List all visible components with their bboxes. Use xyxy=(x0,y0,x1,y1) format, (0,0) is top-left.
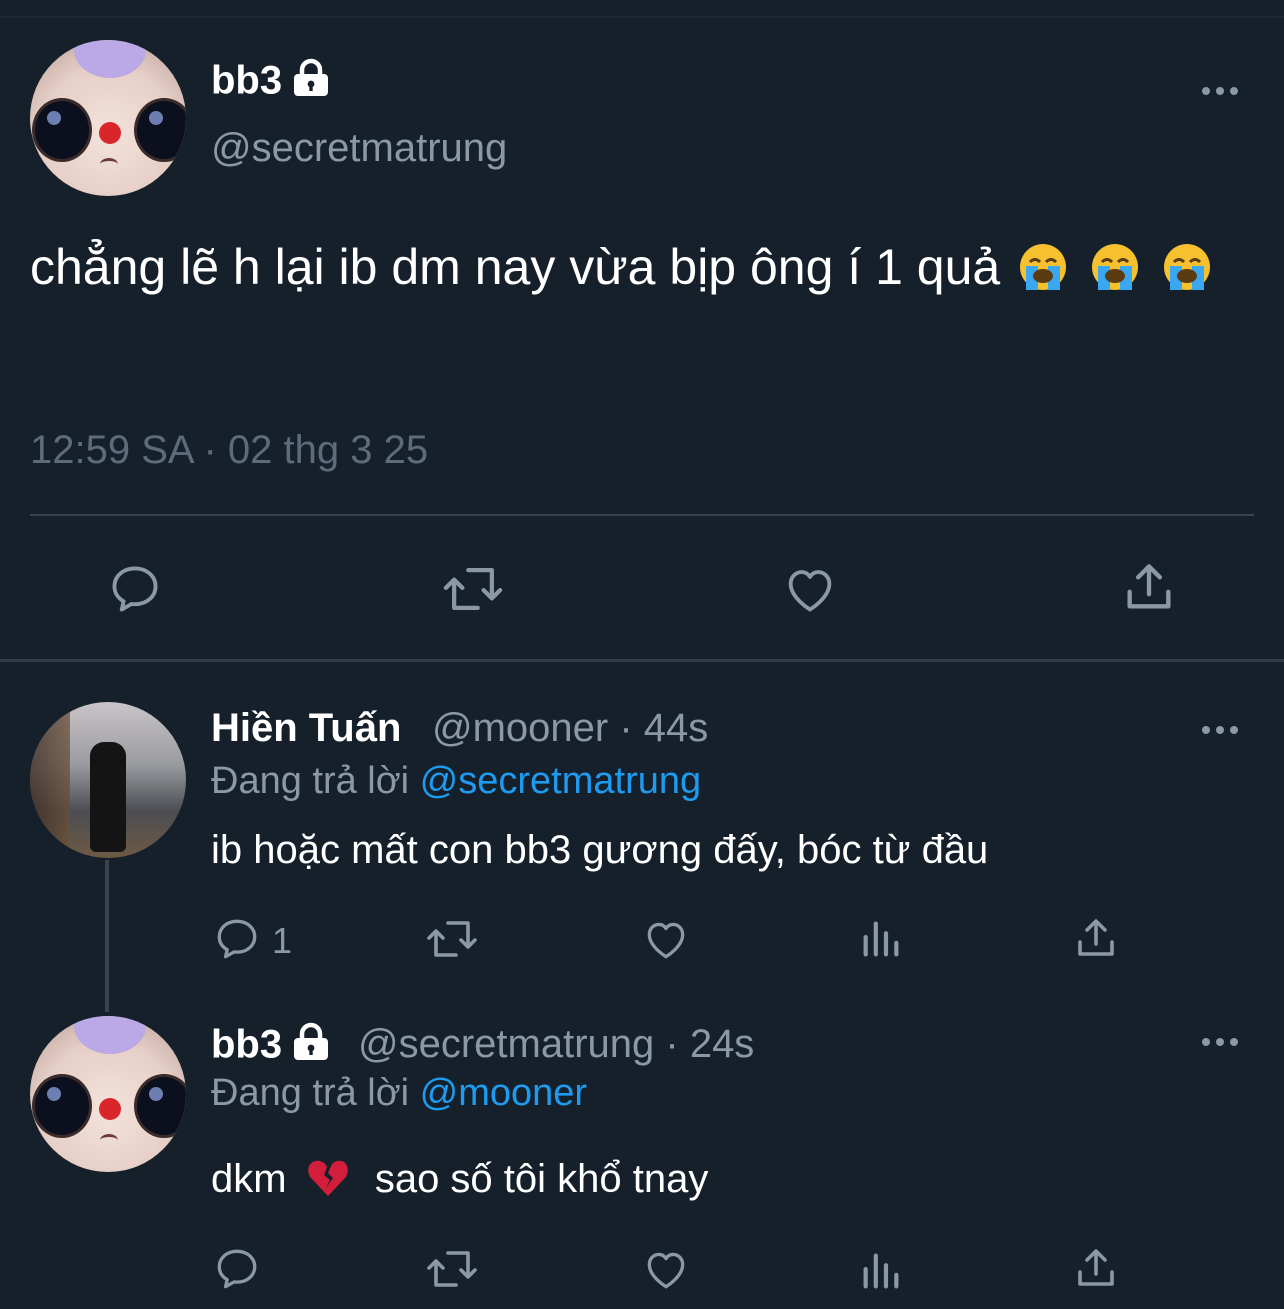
retweet-icon[interactable] xyxy=(424,1244,480,1299)
tweet-text: chẳng lẽ h lại ib dm nay vừa bịp ông í 1… xyxy=(30,226,1260,308)
author-name[interactable]: bb3 xyxy=(211,58,332,108)
author-handle[interactable]: @secretmatrung xyxy=(211,126,507,171)
reply-icon[interactable] xyxy=(212,914,262,969)
reply-handle-time[interactable]: @mooner · 44s xyxy=(432,706,708,751)
more-icon[interactable] xyxy=(1200,84,1240,103)
avatar[interactable] xyxy=(30,40,186,196)
replying-to: Đang trả lời @secretmatrung xyxy=(211,760,701,803)
replying-to-prefix: Đang trả lời xyxy=(211,1072,420,1114)
share-icon[interactable] xyxy=(1120,558,1178,621)
crying-emoji xyxy=(1162,234,1212,290)
tweet-text-content: chẳng lẽ h lại ib dm nay vừa bịp ông í 1… xyxy=(30,239,1001,295)
lock-icon xyxy=(290,1022,332,1072)
analytics-icon[interactable] xyxy=(858,916,904,967)
more-icon[interactable] xyxy=(1200,1035,1240,1054)
like-icon[interactable] xyxy=(640,914,692,969)
top-divider xyxy=(0,16,1284,18)
share-icon[interactable] xyxy=(1072,1244,1120,1297)
reply-text: dkm sao số tôi khổ tnay xyxy=(211,1156,708,1202)
reply-author-name[interactable]: bb3 xyxy=(211,1022,332,1072)
replying-to-prefix: Đang trả lời xyxy=(211,760,420,802)
reply-text-part1: dkm xyxy=(211,1157,287,1201)
reply-text-part2: sao số tôi khổ tnay xyxy=(374,1157,709,1201)
tweet-timestamp[interactable]: 12:59 SA · 02 thg 3 25 xyxy=(30,428,428,473)
lock-icon xyxy=(290,58,332,108)
reply-handle-time[interactable]: @secretmatrung · 24s xyxy=(358,1022,754,1067)
retweet-icon[interactable] xyxy=(424,914,480,969)
reply-icon[interactable] xyxy=(212,1244,262,1299)
crying-emoji xyxy=(1018,234,1068,290)
like-icon[interactable] xyxy=(780,560,840,623)
reply-author-name-text: bb3 xyxy=(211,1022,283,1067)
avatar[interactable] xyxy=(30,1016,186,1172)
broken-heart-emoji xyxy=(306,1156,350,1200)
reply-icon[interactable] xyxy=(106,560,164,623)
thread-line xyxy=(105,860,109,1012)
divider xyxy=(30,514,1254,516)
more-icon[interactable] xyxy=(1200,723,1240,742)
mention-link[interactable]: @secretmatrung xyxy=(420,760,701,802)
reply-author-name[interactable]: Hiền Tuấn xyxy=(211,706,401,751)
replying-to: Đang trả lời @mooner xyxy=(211,1072,587,1115)
mention-link[interactable]: @mooner xyxy=(420,1072,587,1114)
share-icon[interactable] xyxy=(1072,914,1120,967)
section-divider xyxy=(0,659,1284,662)
analytics-icon[interactable] xyxy=(858,1248,904,1299)
like-icon[interactable] xyxy=(640,1244,692,1299)
crying-emoji xyxy=(1090,234,1140,290)
author-name-text: bb3 xyxy=(211,58,283,103)
retweet-icon[interactable] xyxy=(440,560,506,623)
avatar[interactable] xyxy=(30,702,186,858)
reply-text: ib hoặc mất con bb3 gương đấy, bóc từ đầ… xyxy=(211,828,989,872)
reply-count: 1 xyxy=(272,920,293,961)
